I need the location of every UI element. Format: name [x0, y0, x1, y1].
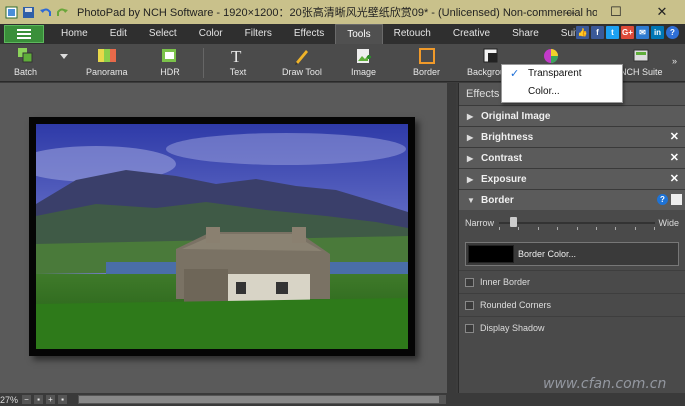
tab-effects[interactable]: Effects: [283, 24, 335, 44]
nch-suite-icon: [631, 47, 651, 65]
collapse-arrow-icon: ▼: [467, 195, 475, 205]
expand-arrow-icon: ▶: [467, 132, 474, 142]
expand-arrow-icon: ▶: [467, 111, 474, 121]
google-plus-icon[interactable]: G+: [621, 26, 634, 39]
slider-max-label: Wide: [658, 218, 679, 228]
redo-icon[interactable]: [55, 5, 69, 19]
close-button[interactable]: ✕: [639, 0, 685, 24]
remove-effect-icon[interactable]: ✕: [670, 172, 679, 185]
section-brightness[interactable]: ▶ Brightness ✕: [459, 126, 685, 147]
horizontal-scroll-thumb[interactable]: [79, 396, 439, 403]
minimize-button[interactable]: ─: [547, 0, 593, 24]
like-icon[interactable]: 👍: [576, 26, 589, 39]
tab-select[interactable]: Select: [138, 24, 188, 44]
section-original-image[interactable]: ▶ Original Image: [459, 105, 685, 126]
remove-effect-icon[interactable]: ✕: [670, 151, 679, 164]
section-contrast[interactable]: ▶ Contrast ✕: [459, 147, 685, 168]
border-button[interactable]: Border: [413, 47, 440, 77]
nch-suite-button[interactable]: NCH Suite: [620, 47, 663, 77]
hdr-icon: [160, 47, 180, 65]
dropdown-item-transparent[interactable]: ✓ Transparent: [502, 65, 622, 83]
inner-border-checkbox[interactable]: Inner Border: [459, 270, 685, 293]
expand-arrow-icon: ▶: [467, 174, 474, 184]
slider-min-label: Narrow: [465, 218, 495, 228]
bordered-image[interactable]: [29, 117, 415, 356]
checkbox[interactable]: [465, 323, 474, 333]
save-icon[interactable]: [21, 5, 35, 19]
landscape-photo: [36, 124, 408, 349]
zoom-slider[interactable]: ▪: [34, 395, 44, 404]
title-bar: PhotoPad by NCH Software - 1920×1200：20张…: [0, 0, 685, 24]
border-color-swatch: [468, 245, 514, 263]
vertical-scrollbar[interactable]: [447, 83, 456, 393]
app-icon[interactable]: [4, 5, 18, 19]
fit-window-button[interactable]: ▪: [58, 395, 68, 404]
zoom-out-button[interactable]: −: [22, 395, 32, 404]
slider-track[interactable]: [499, 222, 655, 224]
batch-dropdown-icon[interactable]: [60, 54, 68, 60]
more-tools-button[interactable]: »: [672, 56, 677, 66]
linkedin-icon[interactable]: in: [651, 26, 664, 39]
twitter-icon[interactable]: t: [606, 26, 619, 39]
tab-creative[interactable]: Creative: [442, 24, 501, 44]
border-color-button[interactable]: Border Color...: [465, 242, 679, 266]
horizontal-scrollbar[interactable]: [78, 395, 446, 404]
slider-knob[interactable]: [510, 217, 518, 227]
svg-text:T: T: [231, 47, 242, 65]
section-border[interactable]: ▼ Border ?: [459, 189, 685, 210]
checkbox[interactable]: [465, 300, 474, 310]
text-icon: T: [228, 47, 248, 65]
window-title: PhotoPad by NCH Software - 1920×1200：20张…: [77, 7, 597, 19]
zoom-level: 27%: [0, 394, 19, 405]
section-exposure[interactable]: ▶ Exposure ✕: [459, 168, 685, 189]
toolbar-separator: [203, 48, 204, 78]
batch-button[interactable]: Batch: [14, 47, 37, 77]
tab-color[interactable]: Color: [188, 24, 234, 44]
image-button[interactable]: Image: [351, 47, 376, 77]
batch-icon: [16, 47, 36, 65]
background-icon: [481, 47, 501, 65]
hdr-button[interactable]: HDR: [160, 47, 180, 77]
panorama-icon: [97, 47, 117, 65]
draw-tool-button[interactable]: Draw Tool: [282, 47, 322, 77]
tab-filters[interactable]: Filters: [234, 24, 283, 44]
slider-ticks: [499, 227, 655, 230]
tab-share[interactable]: Share: [501, 24, 550, 44]
expand-arrow-icon: ▶: [467, 153, 474, 163]
quick-access-toolbar: [0, 5, 69, 19]
effects-panel: Effects L ▶ Original Image ▶ Brightness …: [458, 83, 685, 393]
zoom-in-button[interactable]: +: [46, 395, 56, 404]
panorama-button[interactable]: Panorama: [86, 47, 128, 77]
status-bar: 27% − ▪ + ▪: [0, 393, 685, 406]
help-icon[interactable]: ?: [657, 194, 668, 205]
tab-edit[interactable]: Edit: [99, 24, 138, 44]
text-button[interactable]: T Text: [228, 47, 248, 77]
watermark: www.cfan.com.cn: [543, 376, 667, 392]
maximize-button[interactable]: ☐: [593, 0, 639, 24]
pencil-icon: [292, 47, 312, 65]
color-wheel-icon: [541, 47, 561, 65]
display-shadow-checkbox[interactable]: Display Shadow: [459, 316, 685, 339]
remove-effect-icon[interactable]: ✕: [670, 130, 679, 143]
tab-tools[interactable]: Tools: [335, 24, 383, 44]
facebook-icon[interactable]: f: [591, 26, 604, 39]
border-icon: [417, 47, 437, 65]
tab-retouch[interactable]: Retouch: [383, 24, 442, 44]
checkmark-icon: ✓: [510, 68, 520, 80]
background-dropdown: ✓ Transparent Color...: [501, 64, 623, 103]
tab-home[interactable]: Home: [50, 24, 99, 44]
help-icon[interactable]: ?: [666, 26, 679, 39]
checkbox[interactable]: [465, 277, 474, 287]
dropdown-item-color[interactable]: Color...: [502, 83, 622, 101]
rounded-corners-checkbox[interactable]: Rounded Corners: [459, 293, 685, 316]
external-link-icon[interactable]: [671, 194, 682, 205]
hamburger-menu-icon[interactable]: [4, 25, 44, 43]
email-icon[interactable]: ✉: [636, 26, 649, 39]
menu-bar: Home Edit Select Color Filters Effects T…: [0, 24, 685, 44]
image-insert-icon: [354, 47, 374, 65]
undo-icon[interactable]: [38, 5, 52, 19]
border-width-slider[interactable]: Narrow Wide: [459, 210, 685, 236]
